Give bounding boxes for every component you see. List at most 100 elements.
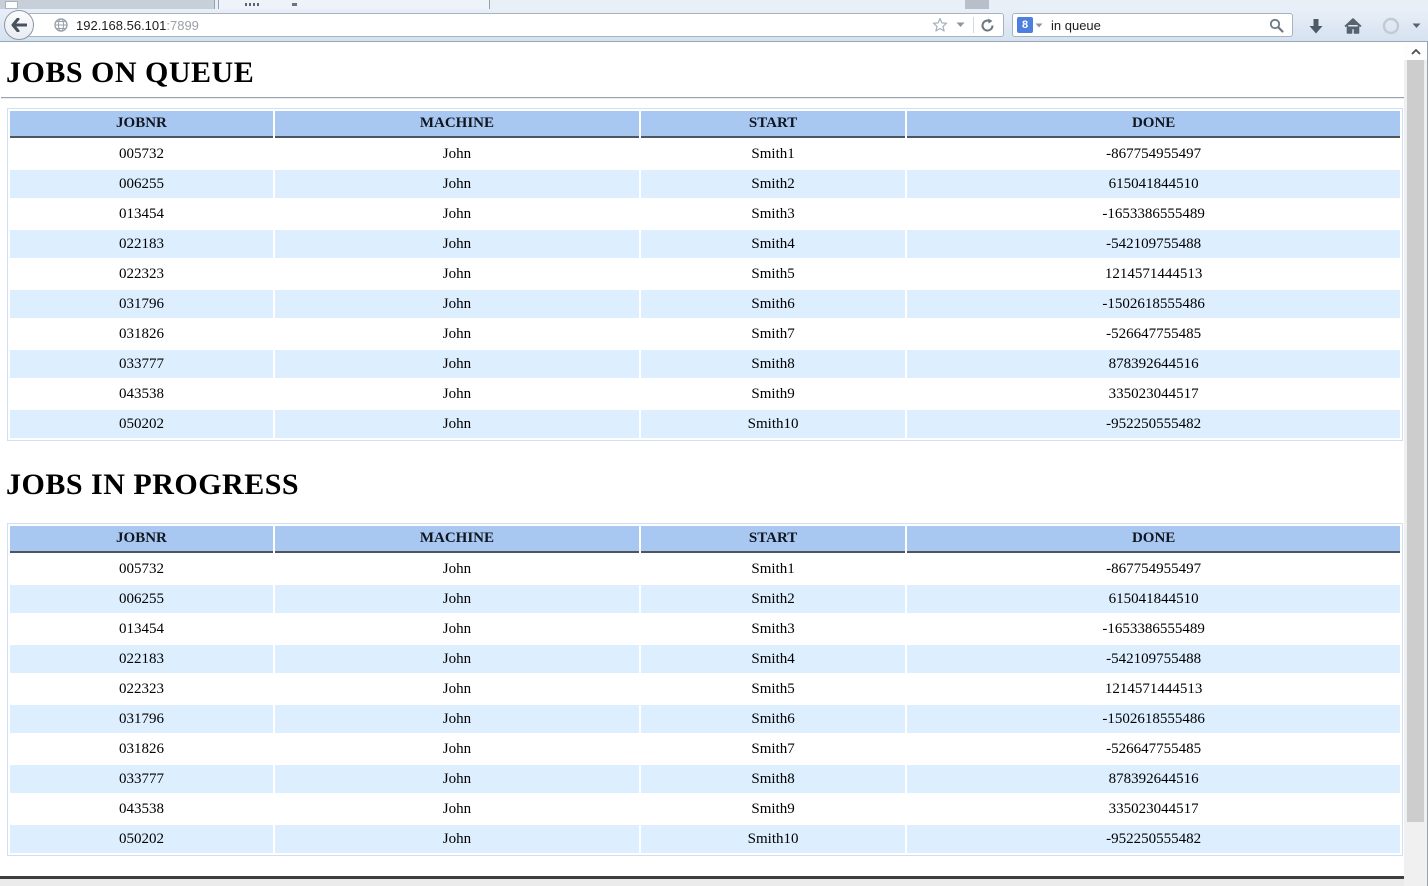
cell-start: Smith6 [640,705,906,733]
search-engine-icon[interactable]: 8 [1017,17,1033,33]
reload-icon[interactable] [977,15,997,35]
cell-jobnr: 033777 [10,765,273,793]
cell-jobnr: 022183 [10,230,273,258]
cell-start: Smith7 [751,740,795,757]
cell-start: Smith5 [751,265,795,282]
tab-strip-button[interactable] [965,0,989,9]
scrollbar-up-button[interactable] [1404,43,1427,60]
cell-start: Smith3 [751,620,795,637]
jobs-in-progress-table: JOBNR MACHINE START DONE 005732 John Smith1 -86… [7,523,1403,856]
cell-done: 335023044517 [1108,800,1199,817]
cell-machine: John [442,205,472,222]
table-row: 005732 John Smith1 -867754955497 [10,140,1400,168]
cell-start: Smith6 [640,290,906,318]
cell-machine: John [274,705,639,733]
cell-start: Smith7 [751,325,795,342]
search-engine-dropdown-icon[interactable] [1033,15,1045,35]
cell-jobnr: 031796 [10,705,273,733]
cell-machine: John [274,410,639,438]
cell-start: Smith1 [751,145,795,162]
url-bar[interactable]: 192.168.56.101:7899 [27,13,1004,37]
cell-start: Smith9 [751,385,795,402]
cell-jobnr: 043538 [118,800,164,817]
cell-done: 335023044517 [1108,385,1199,402]
table-row: 031826 John Smith7 -526647755485 [10,735,1400,763]
cell-start: Smith10 [640,410,906,438]
jobs-on-queue-table: JOBNR MACHINE START DONE 005732 John Smith1 -86… [7,108,1403,441]
cell-done: -526647755485 [1106,325,1202,342]
cell-machine: John [274,765,639,793]
cell-done: 878392644516 [907,765,1400,793]
urlbar-separator [973,17,974,33]
table-row: 050202 John Smith10 -952250555482 [10,410,1400,438]
table-row: 006255 John Smith2 615041844510 [10,170,1400,198]
search-input[interactable]: in queue [1051,18,1266,33]
cell-done: -867754955497 [1106,560,1202,577]
active-tab[interactable] [218,0,490,9]
cell-machine: John [274,825,639,853]
cell-done: -1653386555489 [1102,620,1205,637]
cell-done: -542109755488 [907,230,1400,258]
table-row: 031796 John Smith6 -1502618555486 [10,705,1400,733]
stop-circle-button[interactable] [1378,13,1404,39]
cell-done: -1502618555486 [907,705,1400,733]
cell-start: Smith9 [751,800,795,817]
history-dropdown-icon[interactable] [950,15,970,35]
cell-jobnr: 043538 [118,385,164,402]
scrollbar-thumb[interactable] [1407,60,1424,822]
bookmark-star-icon[interactable] [930,15,950,35]
horizontal-rule [1,97,1404,99]
table-row: 022323 John Smith5 1214571444513 [10,260,1400,288]
cell-jobnr: 031826 [118,325,164,342]
cell-machine: John [274,350,639,378]
table-row: 033777 John Smith8 878392644516 [10,765,1400,793]
cell-machine: John [442,325,472,342]
inactive-tab-favicon [5,1,18,9]
cell-machine: John [274,170,639,198]
cell-jobnr: 006255 [10,585,273,613]
search-magnifier-icon[interactable] [1266,15,1286,35]
cell-start: Smith1 [751,560,795,577]
vertical-scrollbar[interactable] [1404,43,1427,886]
cell-done: -952250555482 [907,410,1400,438]
cell-jobnr: 022323 [118,265,164,282]
table-row: 043538 John Smith9 335023044517 [10,380,1400,408]
cell-done: -542109755488 [907,645,1400,673]
cell-machine: John [274,230,639,258]
inactive-tab[interactable] [0,0,215,9]
active-tab-title-remnant [292,3,297,6]
column-header-machine: MACHINE [274,111,639,138]
home-button[interactable] [1340,13,1366,39]
back-button[interactable] [4,10,34,40]
cell-machine: John [442,740,472,757]
page-content: JOBS ON QUEUE JOBNR MACHINE START DONE 00573… [0,43,1405,886]
column-header-jobnr: JOBNR [10,526,273,553]
cell-done: 1214571444513 [1104,680,1203,697]
cell-jobnr: 050202 [10,410,273,438]
cell-jobnr: 031796 [10,290,273,318]
cell-jobnr: 013454 [118,205,164,222]
circle-icon [1382,17,1400,35]
cell-done: -526647755485 [1106,740,1202,757]
cell-start: Smith4 [640,645,906,673]
column-header-done: DONE [907,111,1400,138]
home-icon [1344,18,1362,34]
table-row: 022183 John Smith4 -542109755488 [10,230,1400,258]
cell-start: Smith5 [751,680,795,697]
downloads-button[interactable] [1303,13,1329,39]
cell-done: 615041844510 [907,170,1400,198]
cell-machine: John [442,145,472,162]
table-row: 033777 John Smith8 878392644516 [10,350,1400,378]
cell-machine: John [442,560,472,577]
table-row: 031826 John Smith7 -526647755485 [10,320,1400,348]
search-box[interactable]: 8 in queue [1012,13,1293,37]
table-row: 022323 John Smith5 1214571444513 [10,675,1400,703]
cell-jobnr: 013454 [118,620,164,637]
cell-machine: John [274,585,639,613]
cell-machine: John [442,800,472,817]
column-header-start: START [640,111,906,138]
cell-start: Smith2 [640,585,906,613]
chevron-up-icon [1410,48,1421,55]
cell-machine: John [442,680,472,697]
toolbar-overflow-button[interactable] [1406,13,1426,39]
